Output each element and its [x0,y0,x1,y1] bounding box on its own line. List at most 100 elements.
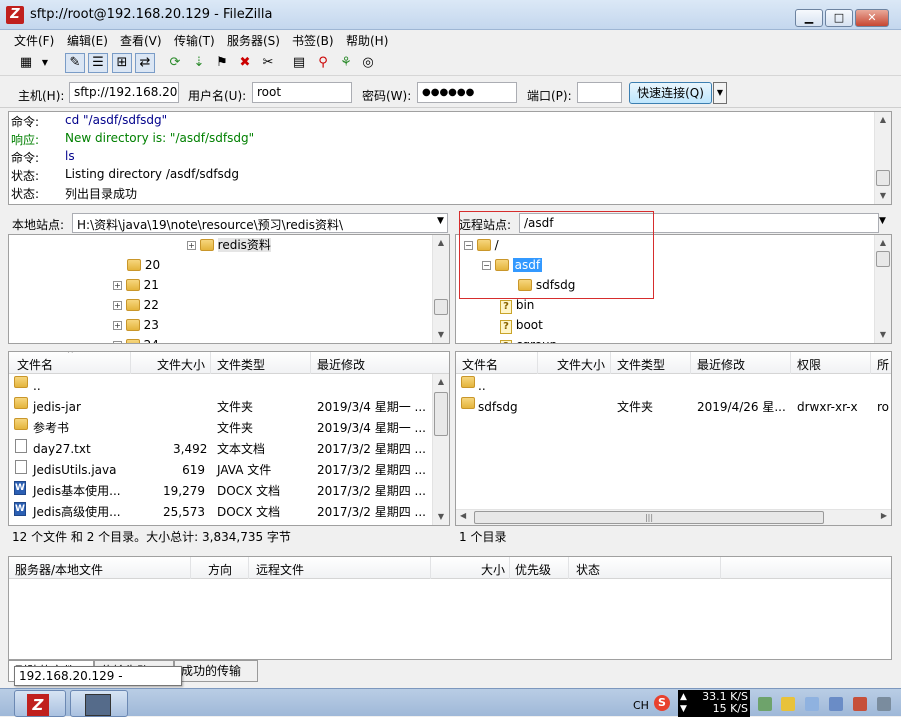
host-input[interactable]: sftp://192.168.20. [69,82,179,103]
tree-item[interactable]: + 24 [113,335,159,343]
maximize-button[interactable]: □ [825,9,853,27]
remote-list-hscrollbar[interactable]: ◀ ||| ▶ [456,509,891,525]
local-dir-tree: + redis资料 20 + 21 + 22 + 23 + 24 ▲ ▼ [8,234,450,344]
local-path-input[interactable]: H:\资料\java\19\note\resource\预习\redis资料\ [72,213,448,233]
search-remote-icon[interactable]: ⚘ [336,53,356,73]
scroll-thumb[interactable] [434,392,448,436]
scroll-down-icon[interactable]: ▼ [875,188,891,204]
process-queue-icon[interactable]: ⇣ [189,53,209,73]
scroll-up-icon[interactable]: ▲ [875,235,891,251]
quickconnect-button[interactable]: 快速连接(Q) [629,82,712,104]
language-indicator[interactable]: CH [633,699,649,712]
scroll-thumb[interactable]: ||| [474,511,824,524]
tray-app-icon[interactable] [853,697,867,711]
col-name[interactable]: 文件名 [17,356,53,373]
col-permissions[interactable]: 权限 [797,356,821,373]
tree-item[interactable]: + 22 [113,295,159,315]
scroll-down-icon[interactable]: ▼ [875,327,891,343]
file-row[interactable]: W Jedis基本使用... 19,279 DOCX 文档 2017/3/2 星… [9,481,434,502]
refresh-icon[interactable]: ⟳ [165,53,185,73]
tray-app-icon[interactable] [829,697,843,711]
scroll-down-icon[interactable]: ▼ [433,327,449,343]
col-direction[interactable]: 方向 [208,561,232,578]
col-type[interactable]: 文件类型 [217,356,265,373]
port-input[interactable] [577,82,622,103]
scroll-left-icon[interactable]: ◀ [460,511,466,520]
scroll-up-icon[interactable]: ▲ [433,235,449,251]
menu-file[interactable]: 文件(F) [14,32,54,49]
tray-app-icon[interactable] [758,697,772,711]
quickconnect-dropdown-icon[interactable]: ▼ [713,82,727,104]
cancel-icon[interactable]: ✖ [235,53,255,73]
binoculars-icon[interactable]: ◎ [358,53,378,73]
disconnect-icon[interactable]: ✂ [258,53,278,73]
col-size[interactable]: 大小 [481,561,505,578]
col-server-local[interactable]: 服务器/本地文件 [15,561,103,578]
tree-item[interactable]: + 23 [113,315,159,335]
file-row[interactable]: JedisUtils.java 619 JAVA 文件 2017/3/2 星期四… [9,460,434,481]
taskbar-securecrt-button[interactable] [70,690,128,717]
file-row[interactable]: jedis-jar 文件夹 2019/3/4 星期一 ... [9,397,434,418]
tab-successful-transfers[interactable]: 成功的传输 [174,660,258,682]
col-owner[interactable]: 所 [877,356,889,373]
menu-view[interactable]: 查看(V) [120,32,162,49]
col-name[interactable]: 文件名 [462,356,498,373]
col-size[interactable]: 文件大小 [557,356,605,373]
toggle-log-icon[interactable]: ✎ [65,53,85,73]
tray-app-icon[interactable] [781,697,795,711]
menu-edit[interactable]: 编辑(E) [67,32,108,49]
remote-tree-scrollbar[interactable]: ▲ ▼ [874,235,891,343]
username-input[interactable]: root [252,82,352,103]
menu-transfer[interactable]: 传输(T) [174,32,215,49]
scroll-up-icon[interactable]: ▲ [875,112,891,128]
file-row[interactable]: 参考书 文件夹 2019/3/4 星期一 ... [9,418,434,439]
message-log[interactable]: 命令: cd "/asdf/sdfsdg" 响应: New directory is… [8,111,892,205]
col-remote-file[interactable]: 远程文件 [256,561,304,578]
tree-item[interactable]: ? cgroup [500,335,557,343]
password-input[interactable]: ●●●●●● [417,82,517,103]
file-row[interactable]: sdfsdg 文件夹 2019/4/26 星... drwxr-xr-x ro [456,397,891,418]
file-row[interactable]: W Jedis高级使用... 25,573 DOCX 文档 2017/3/2 星… [9,502,434,523]
toggle-queue-icon[interactable]: ⇄ [135,53,155,73]
site-manager-dropdown-icon[interactable]: ▼ [38,53,52,73]
directory-compare-icon[interactable]: ▤ [289,53,309,73]
filter-icon[interactable]: ⚑ [212,53,232,73]
tree-item[interactable]: 20 [127,255,160,275]
local-tree-scrollbar[interactable]: ▲ ▼ [432,235,449,343]
col-priority[interactable]: 优先级 [515,561,551,578]
scroll-right-icon[interactable]: ▶ [881,511,887,520]
file-row[interactable]: day27.txt 3,492 文本文档 2017/3/2 星期四 ... [9,439,434,460]
input-method-icon[interactable]: S [654,695,670,711]
col-type[interactable]: 文件类型 [617,356,665,373]
col-status[interactable]: 状态 [576,561,600,578]
sync-browse-icon[interactable]: ⚲ [313,53,333,73]
scroll-thumb[interactable] [434,299,448,315]
toggle-local-tree-icon[interactable]: ☰ [88,53,108,73]
toggle-remote-tree-icon[interactable]: ⊞ [112,53,132,73]
remote-path-dropdown-icon[interactable]: ▼ [879,216,886,226]
local-path-dropdown-icon[interactable]: ▼ [437,216,444,226]
col-modified[interactable]: 最近修改 [697,356,745,373]
local-list-scrollbar[interactable]: ▲ ▼ [432,374,449,525]
site-manager-icon[interactable]: ▦ [16,53,36,73]
close-button[interactable]: ✕ [855,9,889,27]
file-row[interactable]: .. [9,376,434,397]
file-row[interactable]: .. [456,376,891,397]
taskbar-filezilla-button[interactable]: Z [14,690,66,717]
scroll-down-icon[interactable]: ▼ [433,509,449,525]
tree-item[interactable]: + 21 [113,275,159,295]
tree-item[interactable]: ? boot [500,315,543,335]
menu-server[interactable]: 服务器(S) [227,32,280,49]
menu-help[interactable]: 帮助(H) [346,32,388,49]
col-modified[interactable]: 最近修改 [317,356,365,373]
scroll-thumb[interactable] [876,251,890,267]
minimize-button[interactable]: ▁ [795,9,823,27]
tray-app-icon[interactable] [877,697,891,711]
menu-bookmarks[interactable]: 书签(B) [292,32,334,49]
log-scrollbar[interactable]: ▲ ▼ [874,112,891,204]
scroll-up-icon[interactable]: ▲ [433,374,449,390]
tray-app-icon[interactable] [805,697,819,711]
col-size[interactable]: 文件大小 [157,356,205,373]
tree-item[interactable]: + redis资料 [187,235,271,255]
scroll-thumb[interactable] [876,170,890,186]
